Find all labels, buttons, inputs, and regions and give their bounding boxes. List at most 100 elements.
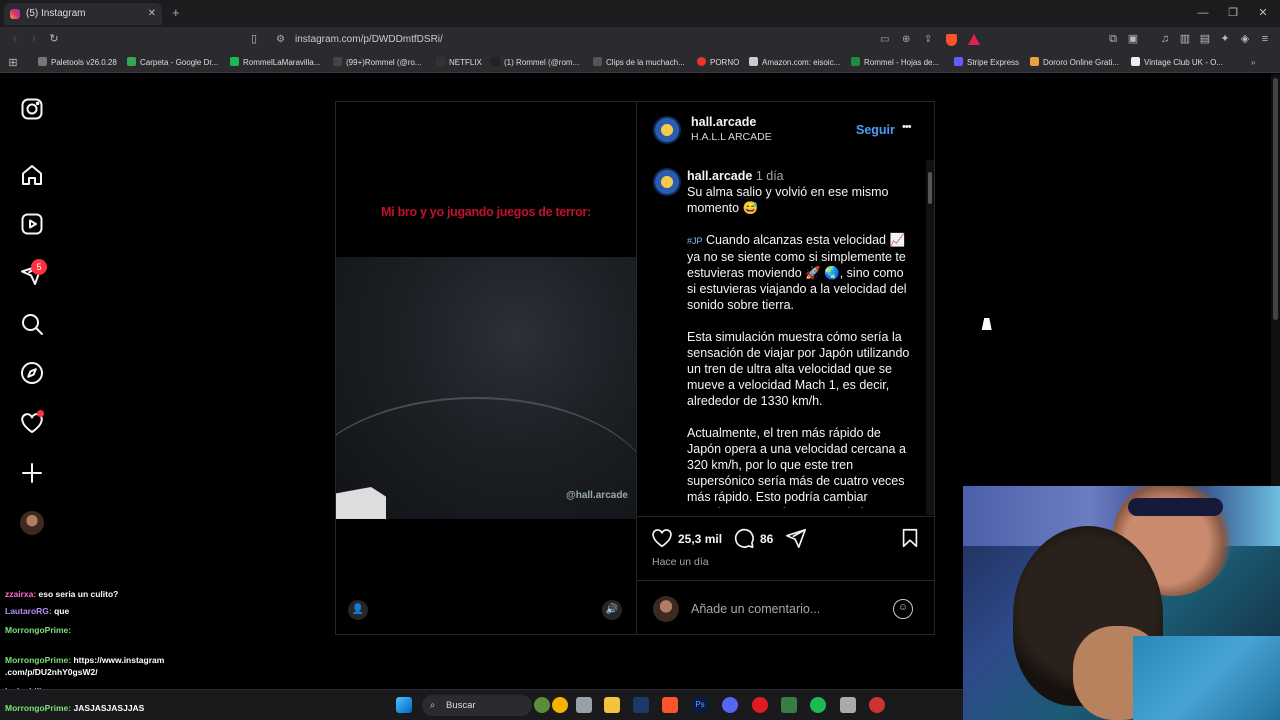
current-user-avatar [653,596,679,622]
search-icon[interactable] [20,312,44,336]
discord-icon[interactable] [722,697,738,713]
mute-icon[interactable]: 🔊 [602,600,622,620]
video-watermark: @hall.arcade [565,490,628,501]
more-options-icon[interactable]: ••• [902,121,912,133]
taskbar-search[interactable]: ⌕ Buscar [422,695,532,716]
bookmark-item[interactable]: NETFLIX [436,53,482,73]
share-icon[interactable] [785,527,807,554]
reader-mode-icon[interactable]: ▭ [880,30,889,50]
comment-input[interactable]: Añade un comentario... [691,602,820,616]
sidebar-toggle-icon[interactable]: ▥ [1178,32,1192,46]
wallet2-icon[interactable]: ▤ [1198,32,1212,46]
hashtag-link[interactable]: #JP [687,236,703,246]
reels-icon[interactable] [20,212,44,236]
comments-count[interactable]: 86 [760,532,773,546]
wallet-icon[interactable]: ▣ [1126,32,1140,46]
file-explorer-icon[interactable] [604,697,620,713]
instagram-logo-icon[interactable] [20,97,44,121]
caption-paragraph: #JP Cuando alcanzas esta velocidad 📈 ya … [687,232,911,313]
app-icon[interactable] [781,697,797,713]
brave-browser-icon[interactable] [662,697,678,713]
caption-avatar[interactable] [653,168,681,196]
author-username[interactable]: hall.arcade [691,115,756,129]
author-subtitle[interactable]: H.A.L.L ARCADE [691,131,772,143]
profile-avatar[interactable] [20,511,44,535]
post-caption: hall.arcade 1 día Su alma salio y volvió … [687,168,911,508]
chat-message: MorrongoPrime: JASJASJASJJAS [5,703,145,713]
obs-icon[interactable] [869,697,885,713]
comment-icon[interactable] [733,527,755,554]
leo-ai-icon[interactable]: ✦ [1218,32,1232,46]
video-top-band [336,102,636,257]
bookmark-item[interactable]: PORNO [697,53,739,73]
widget-icon[interactable] [534,697,550,713]
task-view-icon[interactable] [576,697,592,713]
post-video[interactable]: Mi bro y yo jugando juegos de terror: @h… [336,102,636,634]
tagged-users-icon[interactable]: 👤 [348,600,368,620]
bookmarks-bar: ⊞ Paletools v26.0.28 Carpeta - Google Dr… [0,53,1280,73]
bookmark-item[interactable]: Carpeta - Google Dr... [127,53,218,73]
close-tab-icon[interactable]: ✕ [148,3,156,25]
steam-icon[interactable] [633,697,649,713]
bookmark-item[interactable]: Clips de la muchach... [593,53,685,73]
bookmark-item[interactable]: Vintage Club UK - O... [1131,53,1223,73]
maximize-button[interactable]: ❐ [1218,0,1248,27]
explore-icon[interactable] [20,361,44,385]
apps-grid-icon[interactable]: ⊞ [6,56,20,70]
browser-tab-instagram[interactable]: (5) Instagram ✕ [4,3,162,25]
spotify-icon[interactable] [810,697,826,713]
caption-scrollbar-thumb[interactable] [928,172,932,204]
app2-icon[interactable] [840,697,856,713]
author-avatar[interactable] [653,116,681,144]
emoji-icon[interactable]: ☺ [893,599,913,619]
vpn-icon[interactable]: ◈ [1238,32,1252,46]
extensions-icon[interactable]: ⧉ [1106,32,1120,46]
back-icon[interactable]: ‹ [8,32,22,46]
close-window-button[interactable]: ✕ [1248,0,1278,27]
bookmark-item[interactable]: (1) Rommel (@rom... [491,53,579,73]
windows-start-icon[interactable] [396,697,412,713]
forward-icon[interactable]: › [27,32,41,46]
bookmark-item[interactable]: RommelLaMaravilla... [230,53,320,73]
notifications-heart-icon[interactable] [20,410,44,435]
caption-time: 1 día [755,169,784,183]
url-text: instagram.com/p/DWDDmtfDSRi/ [295,34,443,45]
bookmark-item[interactable]: Stripe Express [954,53,1019,73]
follow-button[interactable]: Seguir [856,123,895,137]
bookmark-item[interactable]: Dororo Online Grati... [1030,53,1119,73]
opera-icon[interactable] [752,697,768,713]
menu-icon[interactable]: ≡ [1258,32,1272,46]
reload-icon[interactable]: ↻ [47,32,61,46]
new-tab-button[interactable]: + [172,5,180,20]
photoshop-icon[interactable]: Ps [692,697,708,713]
create-plus-icon[interactable] [20,461,44,485]
home-icon[interactable] [20,163,44,187]
bookmark-item[interactable]: Paletools v26.0.28 [38,53,117,73]
save-bookmark-icon[interactable] [899,527,921,554]
bookmark-item[interactable]: Rommel - Hojas de... [851,53,939,73]
like-heart-icon[interactable] [651,527,673,554]
brave-shield-icon[interactable] [946,34,957,46]
notification-dot [37,410,44,417]
likes-count[interactable]: 25,3 mil [678,532,722,546]
minimize-button[interactable]: — [1188,0,1218,27]
share-icon[interactable]: ⇪ [924,30,932,50]
address-bar[interactable]: ⚙ instagram.com/p/DWDDmtfDSRi/ ▭ ⊕ ⇪ [270,30,990,50]
bookmark-favicon-icon [230,57,239,66]
webcam-overlay [963,486,1280,720]
copilot-icon[interactable] [552,697,568,713]
page-scrollbar-thumb[interactable] [1273,78,1278,320]
messages-icon[interactable]: 5 [20,259,47,286]
caption-username[interactable]: hall.arcade [687,169,752,183]
messages-badge: 5 [31,259,47,275]
zoom-icon[interactable]: ⊕ [902,30,910,50]
bookmark-page-icon[interactable]: ▯ [247,32,261,46]
brave-rewards-icon[interactable] [968,34,980,45]
bookmark-item[interactable]: Amazon.com: eisoic... [749,53,840,73]
caption-text-1: Su alma salio y volvió en ese mismo mome… [687,185,889,215]
caption-scrollbar[interactable] [926,160,934,515]
more-bookmarks-icon[interactable]: » [1251,53,1255,73]
bookmark-item[interactable]: (99+)Rommel (@ro... [333,53,421,73]
site-info-icon[interactable]: ⚙ [276,30,285,50]
media-icon[interactable]: ♫ [1158,32,1172,46]
